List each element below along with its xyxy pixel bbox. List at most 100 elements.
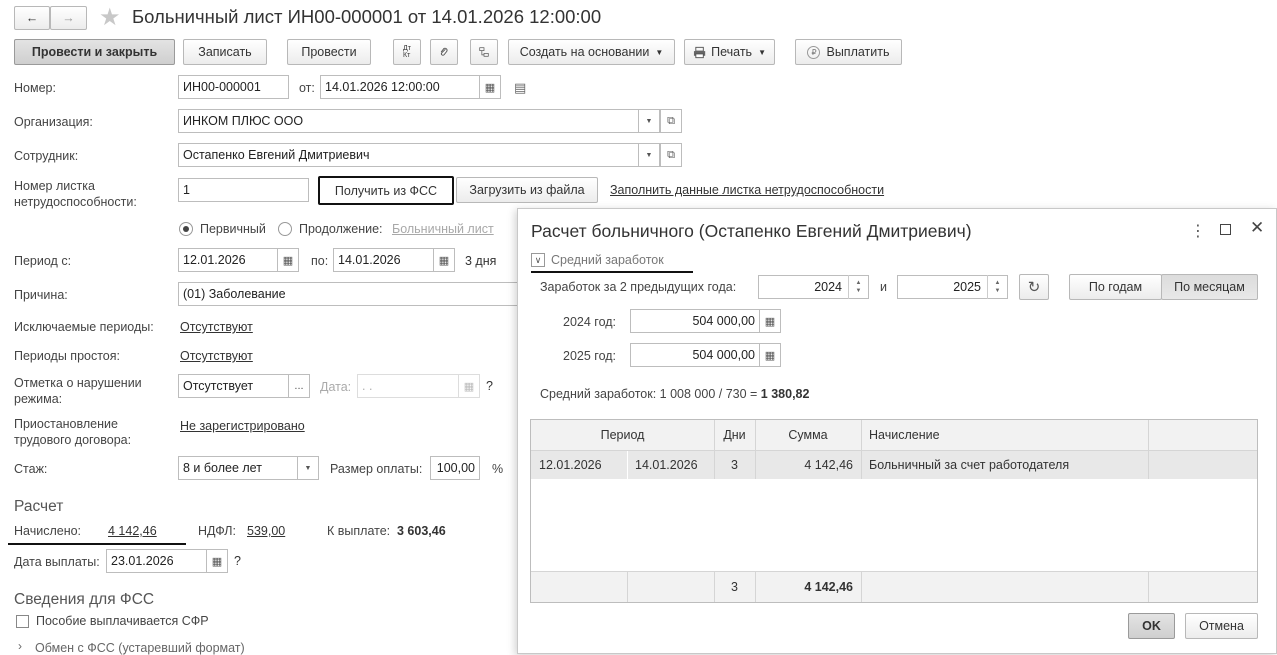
row-sum[interactable]: 4 142,46 — [755, 451, 861, 479]
save-button[interactable]: Записать — [183, 39, 267, 65]
to-pay-value: 3 603,46 — [397, 524, 446, 538]
get-from-fss-button[interactable]: Получить из ФСС — [318, 176, 454, 205]
row-period-to[interactable]: 14.01.2026 — [627, 451, 714, 479]
year2-amount-label: 2025 год: — [563, 349, 617, 363]
employee-field[interactable]: Остапенко Евгений Дмитриевич — [178, 143, 639, 167]
refresh-button[interactable]: ↻ — [1019, 274, 1049, 300]
violation-field[interactable]: Отсутствует — [178, 374, 289, 398]
structure-button[interactable] — [470, 39, 498, 65]
org-open-button[interactable]: ⧉ — [660, 109, 682, 133]
year2-spinner[interactable]: ▲ ▼ — [987, 275, 1007, 299]
post-button[interactable]: Провести — [287, 39, 371, 65]
table-divider — [627, 571, 628, 602]
reason-field[interactable]: (01) Заболевание — [178, 282, 523, 306]
close-icon[interactable]: ✕ — [1250, 218, 1264, 238]
calculator-icon: ▦ — [764, 349, 776, 362]
continue-sheet-link[interactable]: Больничный лист — [392, 222, 494, 236]
violation-help-icon[interactable]: ? — [486, 379, 493, 393]
chevron-down-icon: ▼ — [645, 117, 653, 125]
pay-button[interactable]: ₽ Выплатить — [795, 39, 902, 65]
cancel-button[interactable]: Отмена — [1185, 613, 1258, 639]
experience-field[interactable]: 8 и более лет — [178, 456, 298, 480]
and-label: и — [880, 280, 887, 294]
ndfl-link[interactable]: 539,00 — [247, 524, 285, 538]
calendar-icon: ▦ — [438, 254, 450, 267]
calendar-button[interactable]: ▦ — [479, 75, 501, 99]
date-field[interactable]: 14.01.2026 12:00:00 — [320, 75, 480, 99]
org-field[interactable]: ИНКОМ ПЛЮС ООО — [178, 109, 639, 133]
sfr-checkbox[interactable] — [16, 615, 29, 628]
sick-calc-dialog: Расчет больничного (Остапенко Евгений Дм… — [517, 208, 1277, 654]
calendar-icon: ▦ — [463, 380, 475, 393]
radio-primary[interactable] — [179, 222, 193, 236]
year1-spinner[interactable]: ▲ ▼ — [848, 275, 868, 299]
ok-button[interactable]: OK — [1128, 613, 1175, 639]
arrow-left-icon: ← — [25, 11, 39, 25]
avg-group-toggle[interactable]: ∨ Средний заработок — [531, 253, 664, 267]
dtkt-button[interactable]: Дт Кт — [393, 39, 421, 65]
number-field[interactable]: ИН00-000001 — [178, 75, 289, 99]
by-months-button[interactable]: По месяцам — [1161, 274, 1258, 300]
year2-amount-field[interactable]: 504 000,00 — [630, 343, 760, 367]
pay-date-help-icon[interactable]: ? — [234, 554, 241, 568]
accrued-link[interactable]: 4 142,46 — [108, 524, 157, 538]
attach-button[interactable] — [430, 39, 458, 65]
row-period-from[interactable]: 12.01.2026 — [531, 451, 627, 479]
radio-continue[interactable] — [278, 222, 292, 236]
col-days-header[interactable]: Дни — [714, 420, 755, 450]
row-accrual[interactable]: Больничный за счет работодателя — [861, 451, 1148, 479]
create-based-button[interactable]: Создать на основании ▼ — [508, 39, 675, 65]
year1-amount-field[interactable]: 504 000,00 — [630, 309, 760, 333]
idle-periods-link[interactable]: Отсутствуют — [180, 349, 253, 363]
table-divider — [861, 571, 862, 602]
employee-open-button[interactable]: ⧉ — [660, 143, 682, 167]
print-button[interactable]: Печать ▼ — [684, 39, 775, 65]
col-accrual-header[interactable]: Начисление — [861, 420, 1148, 450]
violation-date-calendar-button[interactable]: ▦ — [458, 374, 480, 398]
arrow-right-icon: → — [62, 11, 75, 25]
excluded-periods-link[interactable]: Отсутствуют — [180, 320, 253, 334]
experience-label: Стаж: — [14, 462, 48, 476]
forward-button[interactable]: → — [50, 6, 87, 30]
fill-sheet-data-link[interactable]: Заполнить данные листка нетрудоспособнос… — [610, 183, 884, 197]
fss-exchange-group[interactable]: Обмен с ФСС (устаревший формат) — [35, 641, 245, 655]
sheet-number-field[interactable]: 1 — [178, 178, 309, 202]
post-and-close-button[interactable]: Провести и закрыть — [14, 39, 175, 65]
more-icon[interactable]: ⋮ — [1190, 221, 1206, 241]
col-sum-header[interactable]: Сумма — [755, 420, 861, 450]
row-days[interactable]: 3 — [714, 451, 755, 479]
period-to-field[interactable]: 14.01.2026 — [333, 248, 434, 272]
to-pay-label: К выплате: — [327, 524, 391, 538]
structure-icon — [479, 47, 489, 57]
year2-calc-button[interactable]: ▦ — [759, 343, 781, 367]
year1-amount-label: 2024 год: — [563, 315, 617, 329]
table-divider — [1148, 420, 1149, 479]
period-from-field[interactable]: 12.01.2026 — [178, 248, 278, 272]
open-icon: ⧉ — [667, 148, 675, 161]
experience-dropdown-button[interactable]: ▼ — [297, 456, 319, 480]
period-label: Период с: — [14, 254, 72, 268]
days-count: 3 дня — [465, 254, 497, 268]
table-divider — [1148, 571, 1149, 602]
pay-date-field[interactable]: 23.01.2026 — [106, 549, 207, 573]
pay-date-calendar-button[interactable]: ▦ — [206, 549, 228, 573]
star-icon[interactable]: ★ — [99, 3, 121, 32]
employee-dropdown-button[interactable]: ▼ — [638, 143, 660, 167]
payment-size-field[interactable]: 100,00 — [430, 456, 480, 480]
back-button[interactable]: ← — [14, 6, 50, 30]
comment-icon[interactable]: ▤ — [514, 80, 526, 96]
col-period-header[interactable]: Период — [531, 420, 714, 450]
ruble-icon: ₽ — [807, 45, 821, 59]
maximize-icon[interactable] — [1220, 224, 1231, 235]
load-from-file-button[interactable]: Загрузить из файла — [456, 177, 598, 203]
period-to-calendar-button[interactable]: ▦ — [433, 248, 455, 272]
violation-select-button[interactable]: ... — [288, 374, 310, 398]
org-dropdown-button[interactable]: ▼ — [638, 109, 660, 133]
year1-calc-button[interactable]: ▦ — [759, 309, 781, 333]
suspend-link[interactable]: Не зарегистрировано — [180, 419, 305, 433]
by-years-button[interactable]: По годам — [1069, 274, 1162, 300]
calc-table[interactable]: Период Дни Сумма Начисление 12.01.2026 1… — [530, 419, 1258, 603]
violation-date-field[interactable]: . . — [357, 374, 459, 398]
period-from-calendar-button[interactable]: ▦ — [277, 248, 299, 272]
chevron-right-icon[interactable]: › — [18, 639, 22, 653]
